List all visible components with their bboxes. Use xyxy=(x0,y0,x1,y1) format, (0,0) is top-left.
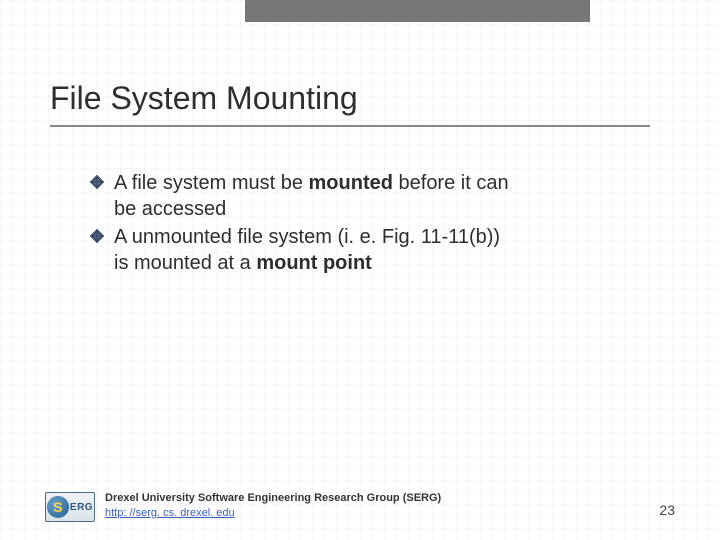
top-accent-bar xyxy=(245,0,590,22)
logo-erg-text: ERG xyxy=(70,502,93,513)
logo-s-badge: S xyxy=(47,496,69,518)
serg-logo: S ERG xyxy=(45,492,95,522)
footer-link[interactable]: http: // xyxy=(105,507,136,519)
footer-attribution: Drexel University Software Engineering R… xyxy=(105,491,441,520)
footer-link-host[interactable]: serg. cs. drexel. edu xyxy=(136,507,235,519)
list-item: A file system must be mounted before it … xyxy=(90,170,510,222)
list-item: A unmounted file system (i. e. Fig. 11-1… xyxy=(90,224,510,276)
slide-body: A file system must be mounted before it … xyxy=(90,170,510,278)
page-number: 23 xyxy=(659,502,675,518)
slide-footer: S ERG Drexel University Software Enginee… xyxy=(45,488,675,522)
bullet-text-bold: mount point xyxy=(256,252,372,274)
diamond-bullet-icon xyxy=(90,229,104,243)
bullet-text-pre: A file system must be xyxy=(114,172,309,194)
footer-org: Drexel University Software Engineering R… xyxy=(105,492,441,504)
slide-title: File System Mounting xyxy=(50,80,650,127)
bullet-text-bold: mounted xyxy=(309,172,393,194)
diamond-bullet-icon xyxy=(90,175,104,189)
